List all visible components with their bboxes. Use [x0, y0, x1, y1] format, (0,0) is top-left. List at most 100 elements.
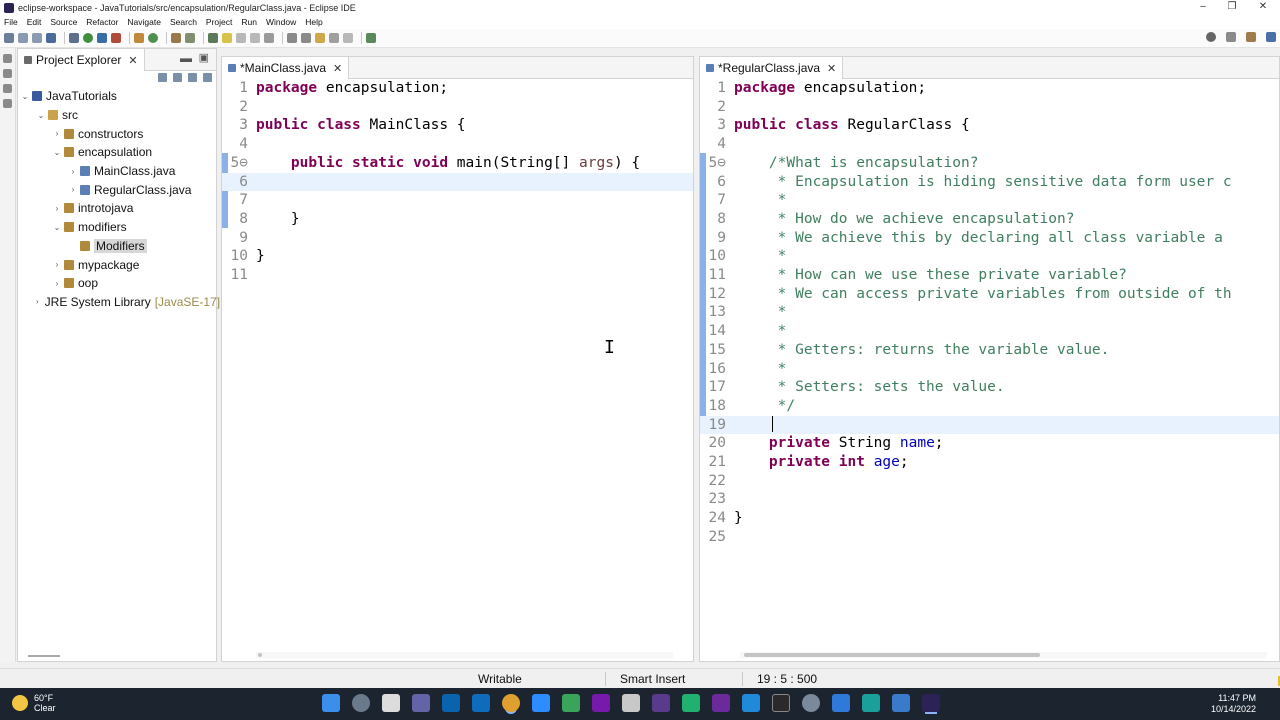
notepad-icon[interactable] [892, 694, 910, 712]
code-line[interactable]: 1 package encapsulation; [222, 79, 693, 98]
search-icon[interactable] [1206, 32, 1216, 42]
menu-edit[interactable]: Edit [27, 17, 42, 27]
menu-search[interactable]: Search [170, 17, 197, 27]
intellij-icon[interactable] [712, 694, 730, 712]
restore-icon[interactable] [3, 54, 12, 63]
taskbar-clock[interactable]: 11:47 PM 10/14/2022 [1211, 693, 1256, 715]
code-line[interactable]: 8 * How do we achieve encapsulation? [700, 210, 1279, 229]
tree-item-mypackage[interactable]: › mypackage [18, 255, 216, 274]
tree-item-jre-library[interactable]: › JRE System Library [JavaSE-17] [18, 293, 220, 312]
maximize-view-icon[interactable]: ▣ [199, 51, 209, 64]
code-line[interactable]: 10} [222, 247, 693, 266]
outline-icon[interactable] [3, 69, 12, 78]
close-explorer-icon[interactable]: ✕ [128, 54, 137, 67]
outlook-icon[interactable] [472, 694, 490, 712]
save-icon[interactable] [18, 33, 28, 43]
tab-mainclass[interactable]: *MainClass.java ✕ [222, 57, 350, 79]
back-icon[interactable] [329, 33, 339, 43]
annotation-icon[interactable] [208, 33, 218, 43]
run-icon[interactable] [83, 33, 93, 43]
terminal-icon[interactable] [46, 33, 56, 43]
open-type-icon[interactable] [171, 33, 181, 43]
code-line[interactable]: 7 [222, 191, 693, 210]
code-line[interactable]: 24} [700, 509, 1279, 528]
code-line[interactable]: 2 [222, 98, 693, 117]
tab-regularclass[interactable]: *RegularClass.java ✕ [700, 57, 844, 79]
code-line[interactable]: 22 [700, 472, 1279, 491]
code-line[interactable]: 9 [222, 229, 693, 248]
menu-window[interactable]: Window [266, 17, 296, 27]
menu-help[interactable]: Help [305, 17, 322, 27]
horizontal-scrollbar[interactable] [740, 652, 1267, 658]
zoom-icon[interactable] [532, 694, 550, 712]
code-line[interactable]: 17 * Setters: sets the value. [700, 378, 1279, 397]
menu-file[interactable]: File [4, 17, 18, 27]
weather-widget[interactable]: 60°F Clear [12, 693, 56, 713]
pin-editor-icon[interactable] [366, 33, 376, 43]
code-line[interactable]: 3 public class RegularClass { [700, 116, 1279, 135]
block-selection-icon[interactable] [236, 33, 246, 43]
maximize-button[interactable]: ❐ [1215, 0, 1249, 15]
downloader-icon[interactable] [832, 694, 850, 712]
scroll-thumb[interactable] [258, 653, 262, 657]
code-line[interactable]: 25 [700, 528, 1279, 547]
code-area-regularclass[interactable]: 1 package encapsulation; 2 3 public class Re… [700, 79, 1279, 645]
java-ee-perspective-icon[interactable] [1246, 32, 1256, 42]
menu-navigate[interactable]: Navigate [127, 17, 161, 27]
code-line[interactable]: 20 private String name; [700, 434, 1279, 453]
save-all-icon[interactable] [32, 33, 42, 43]
chevron-down-icon[interactable]: ⌄ [20, 92, 30, 101]
chevron-right-icon[interactable]: › [36, 297, 39, 306]
tree-item-modifiers-package[interactable]: Modifiers [18, 237, 216, 256]
tree-item-mainclass[interactable]: › MainClass.java [18, 162, 216, 181]
close-window-button[interactable]: ✕ [1246, 0, 1280, 15]
code-line[interactable]: 6 * Encapsulation is hiding sensitive da… [700, 173, 1279, 192]
new-java-class-icon[interactable] [148, 33, 158, 43]
settings-icon[interactable] [802, 694, 820, 712]
code-line[interactable]: 10 * [700, 247, 1279, 266]
code-line[interactable]: 19 [700, 415, 1279, 435]
tab-project-explorer[interactable]: Project Explorer ✕ [18, 49, 145, 71]
tree-item-encapsulation[interactable]: ⌄ encapsulation [18, 143, 216, 162]
vscode-icon[interactable] [742, 694, 760, 712]
copilot-icon[interactable] [652, 694, 670, 712]
tree-item-modifiers[interactable]: ⌄ modifiers [18, 218, 216, 237]
new-java-project-icon[interactable] [134, 33, 144, 43]
code-line[interactable]: 4 [222, 135, 693, 154]
search-icon[interactable] [352, 694, 370, 712]
mail-icon[interactable] [442, 694, 460, 712]
code-line[interactable]: 21 private int age; [700, 453, 1279, 472]
java-perspective-icon[interactable] [1266, 32, 1276, 42]
slack-icon[interactable] [562, 694, 580, 712]
code-line[interactable]: 4 [700, 135, 1279, 154]
code-line[interactable]: 7 * [700, 191, 1279, 210]
forward-icon[interactable] [343, 33, 353, 43]
console-icon[interactable] [3, 99, 12, 108]
debug-icon[interactable] [69, 33, 79, 43]
menu-refactor[interactable]: Refactor [86, 17, 118, 27]
search-tool-icon[interactable] [185, 33, 195, 43]
chevron-right-icon[interactable]: › [52, 204, 62, 213]
horizontal-scrollbar[interactable] [256, 652, 673, 658]
photos-icon[interactable] [622, 694, 640, 712]
external-tools-icon[interactable] [111, 33, 121, 43]
code-line[interactable]: 11 [222, 266, 693, 285]
code-line[interactable]: 13 * [700, 303, 1279, 322]
windows-start-icon[interactable] [322, 694, 340, 712]
close-tab-icon[interactable]: ✕ [333, 62, 342, 75]
coverage-icon[interactable] [97, 33, 107, 43]
tree-item-javatutorials[interactable]: ⌄ JavaTutorials [18, 87, 216, 106]
code-line[interactable]: 8 } [222, 210, 693, 229]
collapse-all-icon[interactable] [158, 73, 167, 82]
code-line[interactable]: 1 package encapsulation; [700, 79, 1279, 98]
explorer-scrollbar[interactable] [28, 655, 60, 657]
last-edit-icon[interactable] [315, 33, 325, 43]
filter-icon[interactable] [188, 73, 197, 82]
chevron-right-icon[interactable]: › [68, 167, 78, 176]
link-with-editor-icon[interactable] [173, 73, 182, 82]
code-line[interactable]: 12 * We can access private variables fro… [700, 285, 1279, 304]
onenote-icon[interactable] [592, 694, 610, 712]
minimize-view-icon[interactable]: ▬ [180, 51, 192, 65]
menu-run[interactable]: Run [241, 17, 257, 27]
problems-icon[interactable] [3, 84, 12, 93]
